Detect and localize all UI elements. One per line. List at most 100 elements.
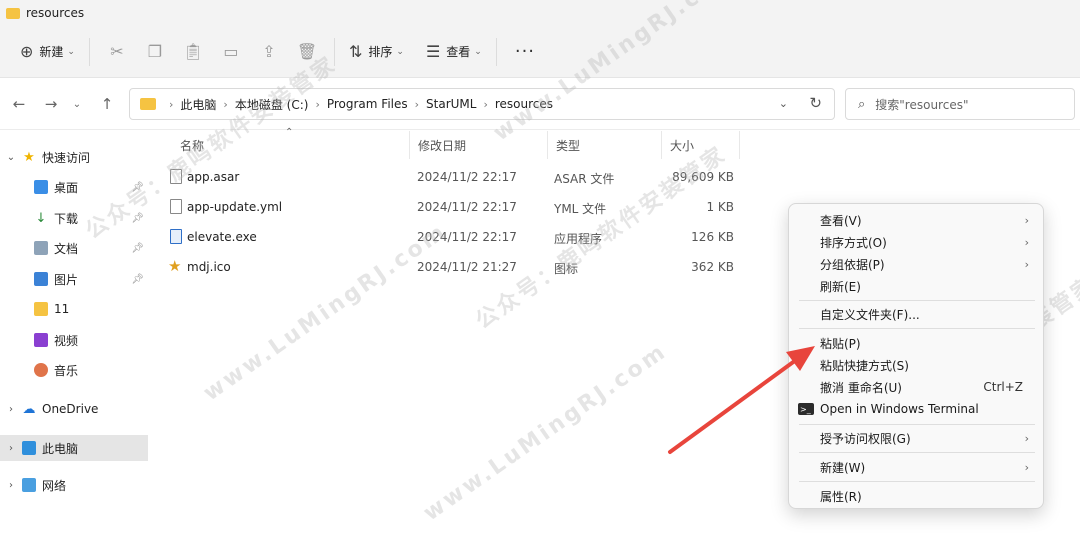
- sidebar-item-folder-11[interactable]: 11: [0, 296, 148, 322]
- view-button[interactable]: ☰ 查看 ⌄: [420, 37, 488, 67]
- desktop-icon: [34, 180, 48, 194]
- delete-icon[interactable]: 🗑︎: [288, 37, 326, 67]
- table-row[interactable]: elevate.exe 2024/11/2 22:17 应用程序 126 KB: [162, 222, 742, 252]
- menu-item-customize-folder[interactable]: 自定义文件夹(F)...: [793, 303, 1039, 325]
- sidebar-item-music[interactable]: 音乐: [0, 357, 148, 383]
- sidebar-item-quick-access[interactable]: ⌄ ★ 快速访问: [0, 144, 148, 170]
- breadcrumb-separator: ›: [223, 97, 228, 111]
- table-row[interactable]: ★ mdj.ico 2024/11/2 21:27 图标 362 KB: [162, 252, 742, 282]
- file-name: app.asar: [187, 170, 240, 184]
- download-icon: ↓: [35, 210, 47, 226]
- pin-icon[interactable]: 📌︎: [131, 182, 144, 193]
- toolbar-divider: [88, 37, 90, 66]
- menu-item-label: 授予访问权限(G): [820, 431, 911, 446]
- cut-icon[interactable]: ✂: [98, 37, 136, 67]
- pin-icon[interactable]: 📌︎: [131, 274, 144, 285]
- sidebar-item-label: 快速访问: [42, 150, 91, 165]
- paste-icon[interactable]: 📋︎: [174, 37, 212, 67]
- folder-icon: [6, 7, 20, 19]
- breadcrumb-separator: ›: [169, 97, 174, 111]
- file-icon: [170, 169, 182, 184]
- menu-item-label: 排序方式(O): [820, 235, 887, 250]
- menu-item-label: 自定义文件夹(F)...: [820, 307, 920, 322]
- address-row: ← → ⌄ ↑ › 此电脑 › 本地磁盘 (C:) › Program File…: [0, 78, 1080, 130]
- network-icon: [22, 478, 36, 492]
- more-options-icon[interactable]: ···: [515, 41, 535, 62]
- file-type: 应用程序: [554, 232, 603, 246]
- file-date: 2024/11/2 22:17: [417, 170, 517, 184]
- pin-icon[interactable]: 📌︎: [131, 243, 144, 254]
- menu-item-open-terminal[interactable]: >_ Open in Windows Terminal: [793, 398, 1039, 420]
- menu-item-properties[interactable]: 属性(R): [793, 485, 1039, 507]
- recent-chevron-icon[interactable]: ⌄: [66, 93, 88, 115]
- table-row[interactable]: app.asar 2024/11/2 22:17 ASAR 文件 89,609 …: [162, 162, 742, 192]
- sidebar-item-videos[interactable]: 视频: [0, 327, 148, 353]
- up-arrow-icon[interactable]: ↑: [96, 93, 118, 115]
- back-arrow-icon[interactable]: ←: [8, 93, 30, 115]
- column-header-size[interactable]: 大小: [662, 131, 740, 159]
- folder-icon: [140, 98, 156, 110]
- search-icon: ⌕: [858, 96, 866, 112]
- exe-icon: [170, 229, 182, 244]
- breadcrumb-resources[interactable]: resources: [495, 97, 553, 111]
- sidebar-item-desktop[interactable]: 桌面 📌︎: [0, 174, 148, 200]
- sort-button[interactable]: ⇅ 排序 ⌄: [343, 37, 410, 67]
- sidebar-item-label: 图片: [54, 272, 79, 287]
- column-header-name[interactable]: 名称: [172, 131, 410, 159]
- command-bar: ⊕ 新建 ⌄ ✂ ❐ 📋︎ ▭ ⇪ 🗑︎ ⇅ 排序 ⌄ ☰ 查看 ⌄ ···: [0, 26, 1080, 78]
- menu-item-refresh[interactable]: 刷新(E): [793, 275, 1039, 297]
- menu-item-paste-shortcut[interactable]: 粘贴快捷方式(S): [793, 354, 1039, 376]
- column-header-label: 类型: [556, 138, 581, 153]
- breadcrumb-separator: ›: [483, 97, 488, 111]
- copy-icon[interactable]: ❐: [136, 37, 174, 67]
- sidebar-item-network[interactable]: › 网络: [0, 472, 148, 498]
- new-button[interactable]: ⊕ 新建 ⌄: [14, 37, 81, 67]
- chevron-right-icon: ›: [1024, 431, 1029, 445]
- chevron-down-icon: ⌄: [6, 151, 16, 163]
- column-header-label: 修改日期: [418, 138, 467, 153]
- menu-item-label: 刷新(E): [820, 279, 861, 294]
- search-box[interactable]: ⌕ 搜索"resources": [845, 88, 1075, 120]
- title-bar: resources: [0, 0, 1080, 26]
- sidebar-item-documents[interactable]: 文档 📌︎: [0, 235, 148, 261]
- star-ico-icon: ★: [168, 257, 182, 275]
- column-header-type[interactable]: 类型: [548, 131, 662, 159]
- pin-icon[interactable]: 📌︎: [131, 213, 144, 224]
- column-header-date[interactable]: 修改日期: [410, 131, 548, 159]
- address-bar[interactable]: › 此电脑 › 本地磁盘 (C:) › Program Files › Star…: [129, 88, 835, 120]
- breadcrumb-staruml[interactable]: StarUML: [426, 97, 476, 111]
- rename-icon[interactable]: ▭: [212, 37, 250, 67]
- refresh-icon[interactable]: ↻: [809, 94, 822, 112]
- menu-item-label: 分组依据(P): [820, 257, 885, 272]
- breadcrumb-separator: ›: [315, 97, 320, 111]
- breadcrumb-this-pc[interactable]: 此电脑: [180, 96, 216, 113]
- breadcrumb-local-disk[interactable]: 本地磁盘 (C:): [235, 96, 309, 113]
- file-name: mdj.ico: [187, 260, 231, 274]
- sidebar-item-downloads[interactable]: ↓ 下载 📌︎: [0, 205, 148, 231]
- plus-circle-icon: ⊕: [20, 42, 34, 61]
- file-type: YML 文件: [554, 202, 607, 216]
- sidebar-item-onedrive[interactable]: › ☁ OneDrive: [0, 396, 148, 422]
- file-size: 89,609 KB: [672, 170, 734, 184]
- chevron-right-icon: ›: [9, 479, 13, 491]
- menu-item-label: 新建(W): [820, 460, 866, 475]
- menu-item-undo-rename[interactable]: 撤消 重命名(U) Ctrl+Z: [793, 376, 1039, 398]
- music-icon: [34, 363, 48, 377]
- menu-item-group[interactable]: 分组依据(P) ›: [793, 253, 1039, 275]
- share-icon[interactable]: ⇪: [250, 37, 288, 67]
- menu-item-sort[interactable]: 排序方式(O) ›: [793, 231, 1039, 253]
- star-icon: ★: [23, 149, 35, 165]
- sidebar-item-pictures[interactable]: 图片 📌︎: [0, 266, 148, 292]
- menu-item-label: 属性(R): [820, 489, 862, 504]
- menu-item-view[interactable]: 查看(V) ›: [793, 209, 1039, 231]
- menu-divider: [799, 424, 1035, 425]
- address-dropdown-icon[interactable]: ⌄: [779, 97, 788, 110]
- menu-item-grant-access[interactable]: 授予访问权限(G) ›: [793, 427, 1039, 449]
- sidebar-item-this-pc[interactable]: › 此电脑: [0, 435, 148, 461]
- menu-item-paste[interactable]: 粘贴(P): [793, 332, 1039, 354]
- table-row[interactable]: app-update.yml 2024/11/2 22:17 YML 文件 1 …: [162, 192, 742, 222]
- forward-arrow-icon[interactable]: →: [40, 93, 62, 115]
- menu-item-new[interactable]: 新建(W) ›: [793, 456, 1039, 478]
- breadcrumb-program-files[interactable]: Program Files: [327, 97, 408, 111]
- chevron-right-icon: ›: [1024, 213, 1029, 227]
